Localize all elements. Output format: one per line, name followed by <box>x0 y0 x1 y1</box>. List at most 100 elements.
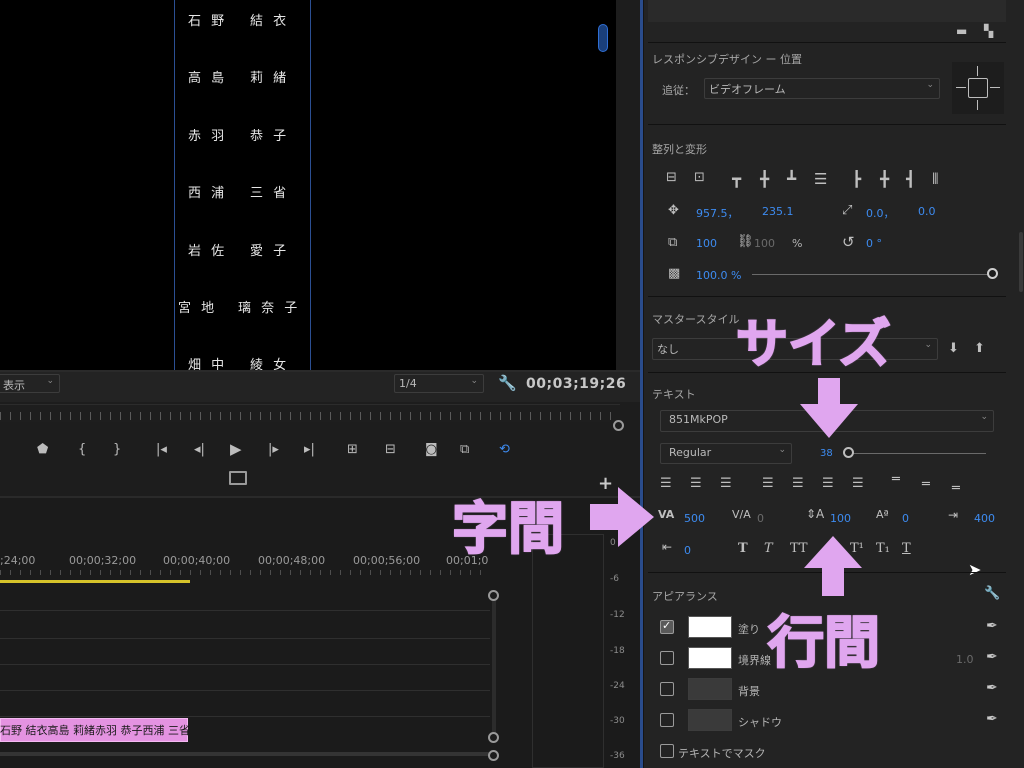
justify-left-icon[interactable]: ☰ <box>762 476 774 491</box>
eyedropper-icon[interactable]: ✒ <box>986 711 998 727</box>
safe-margins-button[interactable] <box>229 471 247 485</box>
text-bottom-icon[interactable]: ═ <box>952 481 960 496</box>
timeline-vertical-scrollbar[interactable] <box>492 598 496 734</box>
eyedropper-icon[interactable]: ✒ <box>986 680 998 696</box>
align-top-icon[interactable]: ┳ <box>732 170 741 188</box>
folder-icon[interactable]: ▬ <box>956 24 967 38</box>
align-vertical-center-icon[interactable]: ⊟ <box>666 170 677 185</box>
justify-right-icon[interactable]: ☰ <box>822 476 834 491</box>
wrench-icon[interactable]: 🔧 <box>984 586 1000 601</box>
shadow-color-swatch[interactable] <box>688 709 732 731</box>
position-y-value[interactable]: 235.1 <box>762 205 794 218</box>
pin-top-icon[interactable] <box>977 66 978 76</box>
add-marker-icon[interactable]: ⬟ <box>37 442 48 457</box>
pin-right-icon[interactable] <box>990 87 1000 88</box>
scale-value[interactable]: 100 <box>696 237 717 250</box>
font-style-dropdown[interactable]: Regular ⌄ <box>660 443 792 464</box>
distribute-horizontal-icon[interactable]: ⦀ <box>932 170 939 188</box>
position-x-value[interactable]: 957.5， <box>696 205 739 221</box>
font-size-value[interactable]: 38 <box>820 448 833 459</box>
resolution-dropdown[interactable]: 1/4 ⌄ <box>394 374 484 393</box>
pin-bottom-icon[interactable] <box>977 100 978 110</box>
timeline-ruler[interactable] <box>0 570 490 575</box>
mask-checkbox[interactable] <box>660 744 674 758</box>
step-back-icon[interactable]: ◂| <box>194 442 205 457</box>
font-size-slider-handle[interactable] <box>843 447 854 458</box>
mark-in-icon[interactable]: { <box>78 442 86 457</box>
kerning-value[interactable]: 0 <box>757 512 764 525</box>
fill-checkbox[interactable]: ✓ <box>660 619 674 634</box>
align-center-icon[interactable]: ╋ <box>880 170 889 188</box>
align-bottom-icon[interactable]: ┻ <box>787 170 796 188</box>
comparison-view-icon[interactable]: ⧉ <box>460 442 469 457</box>
faux-italic-icon[interactable]: T <box>764 541 773 556</box>
justify-center-icon[interactable]: ☰ <box>792 476 804 491</box>
stroke-width-value[interactable]: 1.0 <box>956 653 974 666</box>
panel-scrollbar[interactable] <box>1019 232 1023 292</box>
scroll-handle-bottom[interactable] <box>488 732 499 743</box>
rotation-value[interactable]: 0 ° <box>866 237 882 250</box>
align-left-icon[interactable]: ┣ <box>852 170 861 188</box>
stroke-color-swatch[interactable] <box>688 647 732 669</box>
eyedropper-icon[interactable]: ✒ <box>986 649 998 665</box>
text-middle-icon[interactable]: ═ <box>922 477 930 492</box>
zoom-handle[interactable] <box>613 420 624 431</box>
fill-color-swatch[interactable] <box>688 616 732 638</box>
stroke-checkbox[interactable] <box>660 651 674 665</box>
font-size-slider[interactable] <box>852 453 986 454</box>
align-text-left-icon[interactable]: ☰ <box>660 476 672 491</box>
multicam-icon[interactable]: ⟲ <box>499 442 510 457</box>
align-horizontal-center-icon[interactable]: ⊡ <box>694 170 705 185</box>
align-middle-icon[interactable]: ╋ <box>760 170 769 188</box>
pin-left-icon[interactable] <box>956 87 966 88</box>
link-icon[interactable]: ⛓ <box>737 234 754 249</box>
tsume-value[interactable]: 0 <box>684 544 691 557</box>
follow-dropdown[interactable]: ビデオフレーム ⌄ <box>704 78 940 99</box>
follow-value: ビデオフレーム <box>709 83 786 96</box>
opacity-slider-handle[interactable] <box>987 268 998 279</box>
text-top-icon[interactable]: ═ <box>892 472 900 487</box>
layer-list[interactable] <box>648 0 1006 22</box>
distribute-vertical-icon[interactable]: ☰ <box>814 170 827 188</box>
underline-icon[interactable]: T <box>902 541 911 556</box>
anchor-y-value[interactable]: 0.0 <box>918 205 936 218</box>
justify-all-icon[interactable]: ☰ <box>852 476 864 491</box>
step-forward-icon[interactable]: |▸ <box>268 442 279 457</box>
scale-height-value[interactable]: 100 <box>754 237 775 250</box>
push-style-icon[interactable]: ⬇ <box>948 341 959 356</box>
playhead-timecode[interactable]: 00;03;19;26 <box>526 376 626 392</box>
opacity-value[interactable]: 100.0 % <box>696 269 741 282</box>
timeline-horizontal-scrollbar[interactable] <box>0 752 490 756</box>
pin-to-widget[interactable] <box>952 62 1004 114</box>
extract-icon[interactable]: ⊟ <box>385 442 396 457</box>
hscroll-handle[interactable] <box>488 750 499 761</box>
go-to-out-icon[interactable]: ▸| <box>304 442 315 457</box>
tracking-value[interactable]: 500 <box>684 512 705 525</box>
anchor-x-value[interactable]: 0.0， <box>866 205 895 221</box>
new-layer-icon[interactable]: ▚ <box>984 24 993 38</box>
play-icon[interactable]: ▶ <box>230 440 242 458</box>
opacity-slider[interactable] <box>752 274 988 275</box>
scroll-handle-top[interactable] <box>488 590 499 601</box>
go-to-in-icon[interactable]: |◂ <box>156 442 167 457</box>
background-color-swatch[interactable] <box>688 678 732 700</box>
leading-value[interactable]: 100 <box>830 512 851 525</box>
eyedropper-icon[interactable]: ✒ <box>986 618 998 634</box>
work-area-bar[interactable] <box>0 580 190 583</box>
display-mode-dropdown[interactable]: 表示 ⌄ <box>0 374 60 393</box>
baseline-shift-value[interactable]: 0 <box>902 512 909 525</box>
background-checkbox[interactable] <box>660 682 674 696</box>
align-text-right-icon[interactable]: ☰ <box>720 476 732 491</box>
tab-width-value[interactable]: 400 <box>974 512 995 525</box>
subscript-icon[interactable]: T₁ <box>876 541 890 556</box>
align-right-icon[interactable]: ┫ <box>906 170 915 188</box>
lift-icon[interactable]: ⊞ <box>347 442 358 457</box>
align-text-center-icon[interactable]: ☰ <box>690 476 702 491</box>
sync-style-icon[interactable]: ⬆ <box>974 341 985 356</box>
mark-out-icon[interactable]: } <box>113 442 121 457</box>
camera-icon[interactable]: ◙ <box>425 442 438 457</box>
shadow-checkbox[interactable] <box>660 713 674 727</box>
monitor-scroll-handle[interactable] <box>598 24 608 52</box>
wrench-icon[interactable]: 🔧 <box>498 374 517 392</box>
faux-bold-icon[interactable]: T <box>738 541 748 556</box>
